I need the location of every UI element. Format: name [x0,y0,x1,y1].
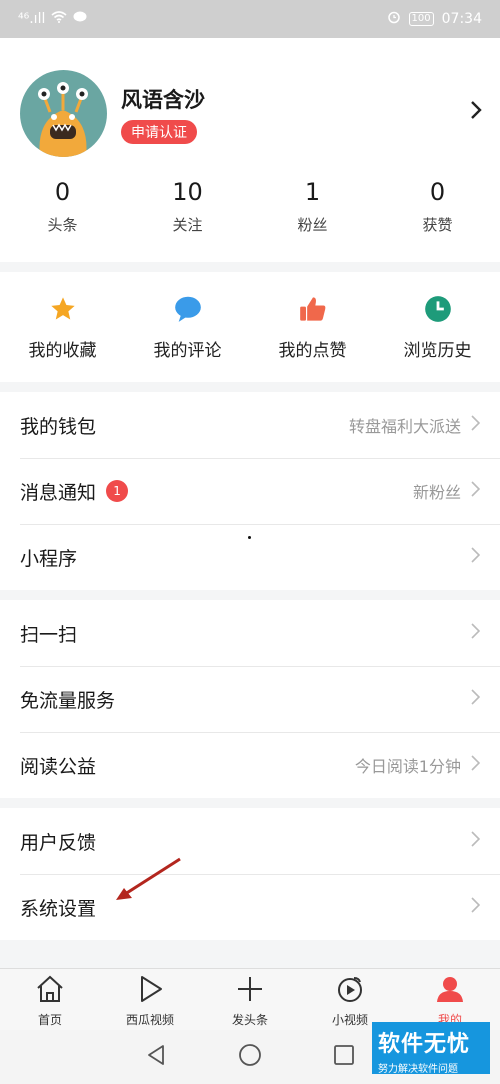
thumbs-up-icon [298,294,328,324]
row-title: 小程序 [20,547,78,570]
status-bar: ⁴⁶.ıll 100 07:34 [0,0,500,38]
menu-row-system-settings[interactable]: 系统设置 [0,874,500,940]
watermark-subtitle: 努力解决软件问题 [378,1064,458,1075]
row-title: 扫一扫 [20,623,78,646]
profile-name: 风语含沙 [121,88,205,112]
row-title: 阅读公益 [20,755,97,778]
menu-row-feedback[interactable]: 用户反馈 [0,808,500,874]
cert-badge[interactable]: 申请认证 [121,120,197,144]
tab-label: 小视频 [331,1013,368,1027]
menu-group-account: 我的钱包 转盘福利大派送 消息通知 1 新粉丝 小程序 [0,392,500,590]
chevron-right-icon [471,689,481,709]
signal-indicator: ⁴⁶.ıll [18,11,46,27]
menu-row-mini-programs[interactable]: 小程序 [0,524,500,590]
watermark-logo: 软件无忧 努力解决软件问题 [372,1022,490,1075]
row-subtitle: 今日阅读1分钟 [354,757,461,776]
chevron-right-icon [471,415,481,435]
quick-label: 我的收藏 [28,340,97,361]
bottom-tab-bar: 首页 西瓜视频 发头条 小视频 我的 [0,968,500,1030]
quick-favorites[interactable]: 我的收藏 [0,294,125,361]
menu-group-settings: 用户反馈 系统设置 [0,808,500,940]
comment-icon [173,294,203,324]
row-title: 消息通知 [20,481,97,504]
clock-time: 07:34 [441,11,482,27]
tab-home[interactable]: 首页 [0,969,100,1030]
star-icon [48,294,78,324]
section-gap [0,262,500,272]
chevron-right-icon [471,623,481,643]
stat-value: 0 [429,178,446,206]
chevron-right-icon [471,897,481,917]
row-title: 系统设置 [20,897,97,920]
menu-row-notifications[interactable]: 消息通知 1 新粉丝 [0,458,500,524]
chevron-right-icon [471,755,481,775]
tab-mine[interactable]: 我的 [400,969,500,1030]
chevron-right-icon [471,831,481,851]
quick-label: 我的点赞 [278,340,347,361]
quick-history[interactable]: 浏览历史 [375,294,500,361]
avatar[interactable] [20,70,107,157]
quick-actions: 我的收藏 我的评论 我的点赞 浏览历史 [0,272,500,382]
section-gap [0,798,500,808]
short-video-icon [335,975,365,1007]
play-icon [135,975,165,1007]
alarm-icon [387,10,401,28]
stat-headlines[interactable]: 0 头条 [0,178,125,235]
menu-row-scan[interactable]: 扫一扫 [0,600,500,666]
clock-icon [423,294,453,324]
section-gap [0,382,500,392]
home-circle-icon[interactable] [238,1043,262,1071]
quick-likes[interactable]: 我的点赞 [250,294,375,361]
quick-label: 浏览历史 [403,340,472,361]
tab-label: 西瓜视频 [125,1013,174,1027]
menu-row-wallet[interactable]: 我的钱包 转盘福利大派送 [0,392,500,458]
stat-label: 关注 [172,216,203,234]
quick-label: 我的评论 [153,340,222,361]
dot-mark [248,536,251,539]
stat-label: 粉丝 [297,216,328,234]
stat-likes[interactable]: 0 获赞 [375,178,500,235]
row-title: 免流量服务 [20,689,116,712]
section-gap [0,590,500,600]
notification-badge: 1 [106,480,129,502]
menu-row-free-data[interactable]: 免流量服务 [0,666,500,732]
stat-value: 0 [54,178,71,206]
chat-notification-icon [73,11,87,27]
chevron-right-icon [471,547,481,567]
wifi-icon [51,11,67,27]
profile-stats: 0 头条 10 关注 1 粉丝 0 获赞 [0,178,500,235]
stat-value: 1 [304,178,321,206]
tab-xigua-video[interactable]: 西瓜视频 [100,969,200,1030]
stat-following[interactable]: 10 关注 [125,178,250,235]
tab-post[interactable]: 发头条 [200,969,300,1030]
quick-comments[interactable]: 我的评论 [125,294,250,361]
annotation-arrow-icon [112,856,184,910]
menu-row-reading-charity[interactable]: 阅读公益 今日阅读1分钟 [0,732,500,798]
person-icon [435,975,465,1007]
watermark-title: 软件无忧 [378,1032,471,1057]
recents-icon[interactable] [333,1044,355,1070]
row-title: 用户反馈 [20,831,97,854]
menu-group-tools: 扫一扫 免流量服务 阅读公益 今日阅读1分钟 [0,600,500,798]
back-icon[interactable] [145,1044,167,1070]
row-subtitle: 转盘福利大派送 [348,417,461,436]
tab-short-video[interactable]: 小视频 [300,969,400,1030]
stat-label: 头条 [47,216,78,234]
plus-icon [235,975,265,1007]
chevron-right-icon[interactable] [470,100,482,124]
stat-value: 10 [172,178,203,206]
chevron-right-icon [471,481,481,501]
home-icon [35,975,65,1007]
stat-followers[interactable]: 1 粉丝 [250,178,375,235]
tab-label: 发头条 [231,1013,268,1027]
profile-card[interactable]: 风语含沙 申请认证 0 头条 10 关注 1 粉丝 0 获赞 [0,38,500,262]
row-subtitle: 新粉丝 [412,483,461,502]
stat-label: 获赞 [422,216,453,234]
tab-label: 首页 [37,1013,62,1027]
row-title: 我的钱包 [20,415,97,438]
battery-indicator: 100 [408,12,434,26]
